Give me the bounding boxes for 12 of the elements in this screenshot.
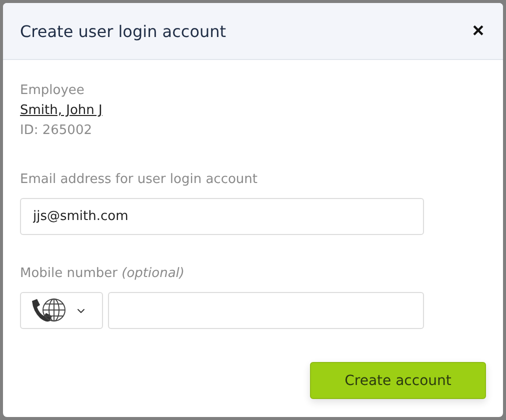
email-field[interactable]: jjs@smith.com [20, 198, 424, 235]
employee-id: ID: 265002 [20, 122, 93, 140]
employee-label: Employee [20, 82, 86, 100]
mobile-number-field[interactable] [108, 292, 424, 329]
mobile-label: Mobile number (optional) [20, 265, 186, 283]
phone-globe-icon [29, 298, 67, 324]
email-label: Email address for user login account [20, 171, 258, 189]
close-button[interactable]: × [472, 21, 484, 41]
dialog-title: Create user login account [20, 22, 226, 40]
create-account-button[interactable]: Create account [310, 362, 486, 399]
employee-name-link[interactable]: Smith, John J [20, 101, 102, 121]
country-code-dropdown[interactable] [20, 292, 103, 329]
